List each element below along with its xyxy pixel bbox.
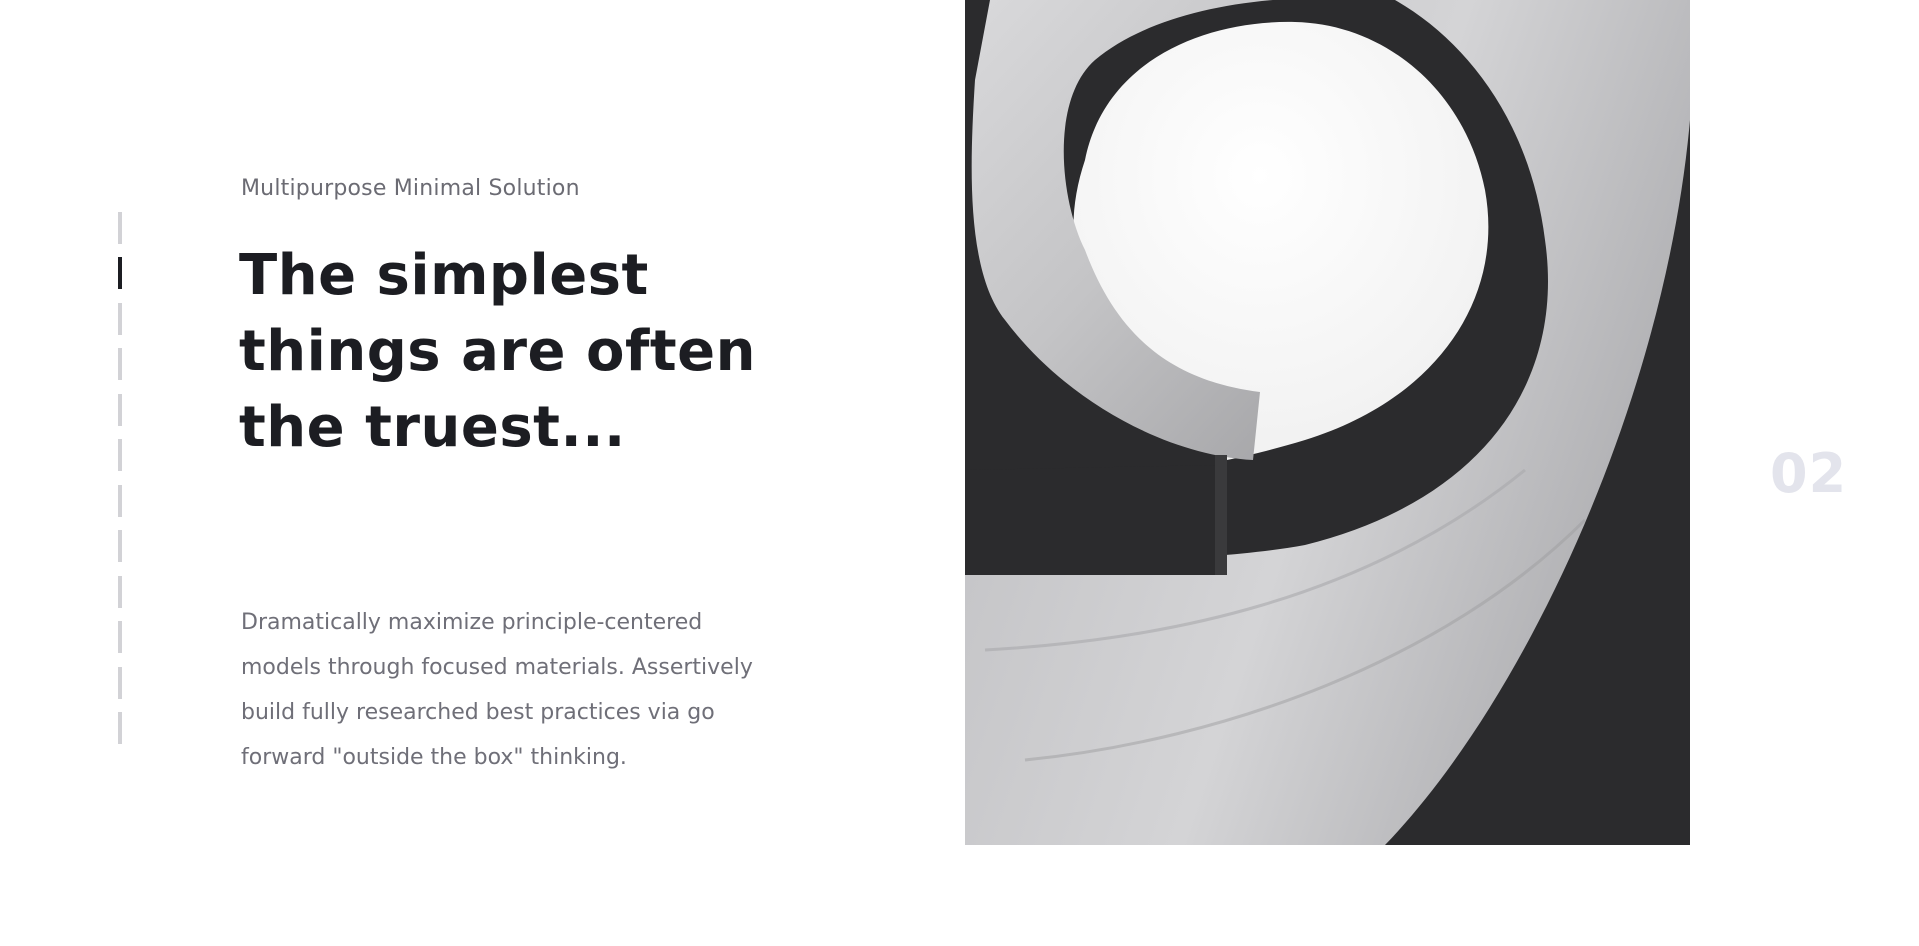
headline-line-1: The simplest <box>239 243 649 308</box>
pagination-dash-7[interactable] <box>118 484 122 517</box>
pagination-dash-6[interactable] <box>118 439 122 472</box>
pagination-dash-4[interactable] <box>118 348 122 381</box>
pagination-dash-8[interactable] <box>118 530 122 563</box>
pagination-dash-1[interactable] <box>118 212 122 244</box>
body-line-4: forward "outside the box" thinking. <box>241 745 627 770</box>
pagination-dash-9[interactable] <box>118 575 122 608</box>
spiral-sculpture-image <box>965 0 1690 845</box>
slide-body-text: Dramatically maximize principle-centered… <box>241 600 801 780</box>
pagination-dash-2-active[interactable] <box>118 257 122 290</box>
headline-line-2: things are often <box>239 319 756 384</box>
pagination-dash-3[interactable] <box>118 302 122 335</box>
headline-line-3: the truest... <box>239 395 626 460</box>
pagination-dash-12[interactable] <box>118 711 122 744</box>
body-line-3: build fully researched best practices vi… <box>241 700 715 725</box>
pagination-dash-5[interactable] <box>118 393 122 426</box>
slide-subtitle: Multipurpose Minimal Solution <box>241 176 580 201</box>
slide-headline: The simplest things are often the truest… <box>239 238 799 466</box>
body-line-1: Dramatically maximize principle-centered <box>241 610 703 635</box>
slide: Multipurpose Minimal Solution The simple… <box>0 0 1919 946</box>
body-line-2: models through focused materials. Assert… <box>241 655 753 680</box>
pagination-dash-11[interactable] <box>118 666 122 699</box>
pagination-dash-10[interactable] <box>118 621 122 654</box>
slide-number: 02 <box>1770 442 1848 505</box>
slide-pagination <box>118 212 124 744</box>
